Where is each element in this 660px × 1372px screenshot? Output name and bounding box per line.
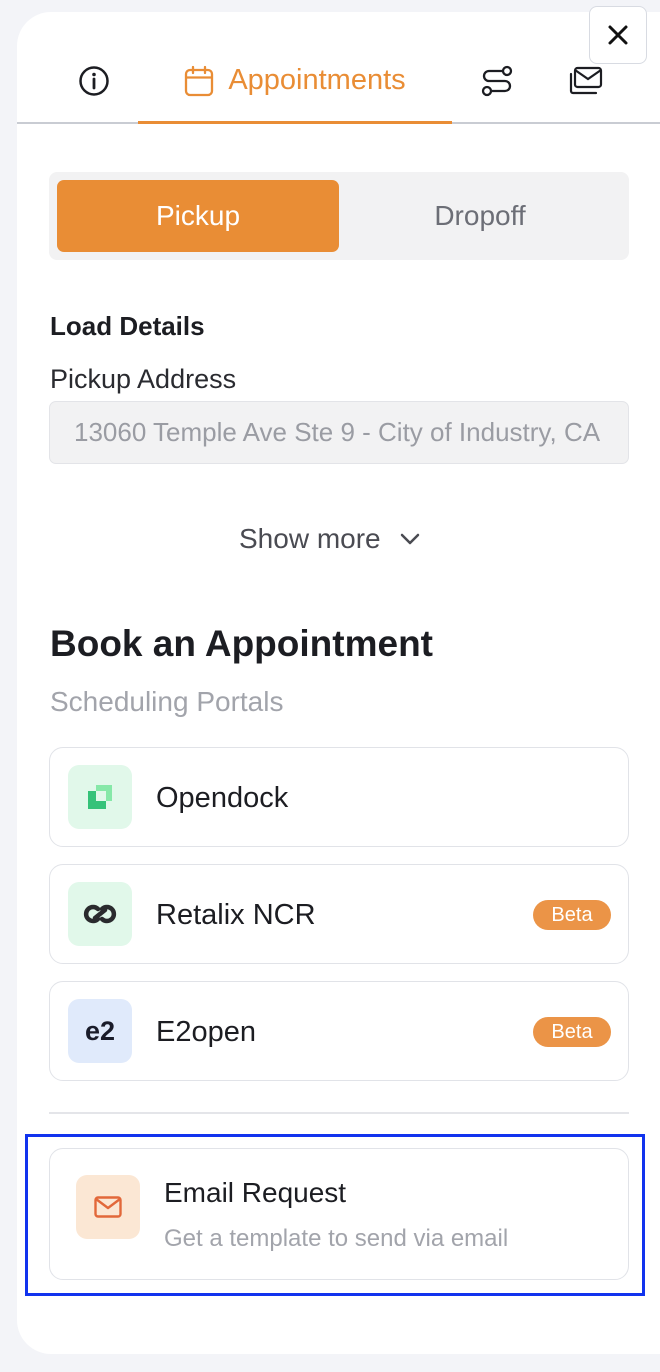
- portal-card-opendock[interactable]: Opendock: [49, 747, 629, 847]
- mail-stack-icon: [569, 66, 603, 95]
- pickup-address-field[interactable]: [49, 401, 629, 464]
- book-appointment-heading: Book an Appointment: [50, 623, 433, 664]
- portal-card-e2open[interactable]: e2 E2open Beta: [49, 981, 629, 1081]
- portal-card-retalix-ncr[interactable]: Retalix NCR Beta: [49, 864, 629, 964]
- portal-name: E2open: [156, 1015, 256, 1048]
- selection-highlight: [25, 1134, 645, 1296]
- tab-routes[interactable]: [473, 40, 521, 122]
- tab-mail[interactable]: [562, 40, 610, 122]
- portal-name: Retalix NCR: [156, 898, 316, 931]
- tab-bar: Appointments: [17, 40, 660, 124]
- pickup-button[interactable]: Pickup: [57, 180, 339, 252]
- e2open-logo-icon: e2: [68, 999, 132, 1063]
- pickup-address-label: Pickup Address: [50, 364, 237, 394]
- load-details-heading: Load Details: [50, 311, 205, 341]
- beta-badge: Beta: [533, 900, 611, 930]
- portal-name: Opendock: [156, 781, 289, 814]
- dropoff-button[interactable]: Dropoff: [339, 180, 621, 252]
- scheduling-portals-subheading: Scheduling Portals: [50, 686, 284, 717]
- pickup-address-input[interactable]: [74, 417, 604, 448]
- opendock-logo-icon: [68, 765, 132, 829]
- info-icon: [79, 66, 109, 96]
- beta-badge: Beta: [533, 1017, 611, 1047]
- show-more-button[interactable]: Show more: [239, 518, 421, 560]
- tab-info[interactable]: [67, 40, 121, 122]
- chevron-down-icon: [400, 533, 419, 545]
- pickup-dropoff-toggle: Pickup Dropoff: [49, 172, 629, 260]
- section-divider: [49, 1112, 629, 1114]
- tab-appointments[interactable]: Appointments: [138, 40, 452, 124]
- show-more-label: Show more: [239, 523, 381, 554]
- retalix-logo-icon: [68, 882, 132, 946]
- route-icon: [481, 65, 513, 97]
- tab-appointments-label: Appointments: [228, 64, 406, 96]
- calendar-icon: [185, 65, 214, 96]
